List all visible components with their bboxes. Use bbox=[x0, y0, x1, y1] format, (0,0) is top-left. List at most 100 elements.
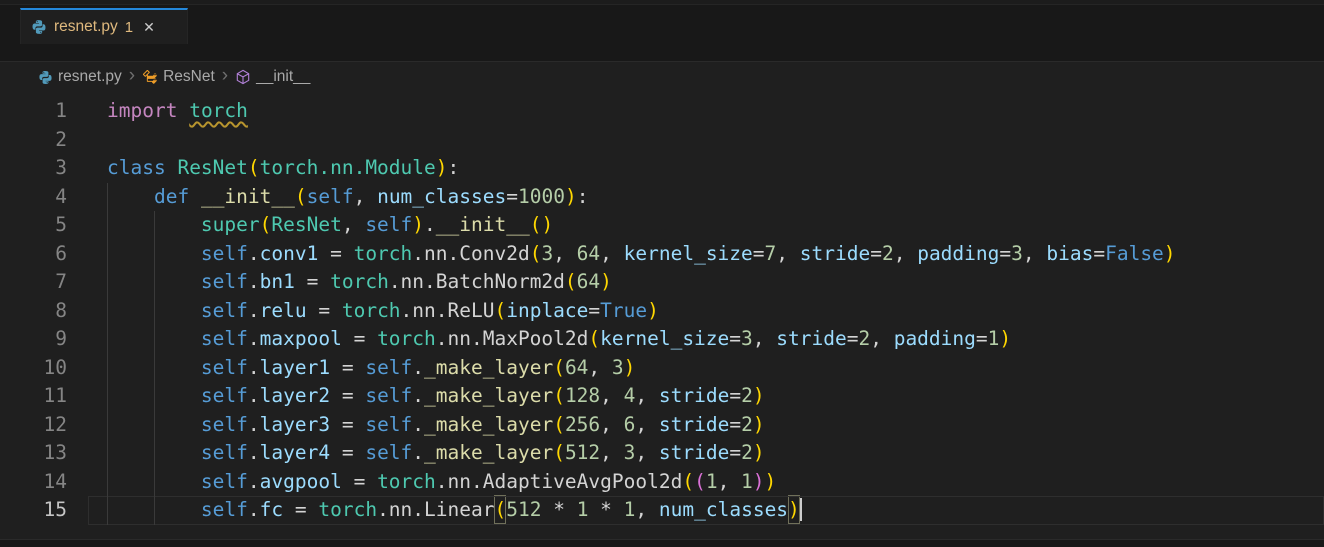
code-line[interactable]: 9 self.maxpool = torch.nn.MaxPool2d(kern… bbox=[0, 325, 1324, 354]
code-line-content[interactable]: super(ResNet, self).__init__() bbox=[88, 211, 1324, 240]
code-editor[interactable]: 1import torch23class ResNet(torch.nn.Mod… bbox=[0, 92, 1324, 539]
code-token: stride bbox=[659, 384, 729, 407]
code-token: super bbox=[201, 213, 260, 236]
code-token: torch bbox=[377, 327, 436, 350]
code-line-content[interactable]: self.relu = torch.nn.ReLU(inplace=True) bbox=[88, 297, 1324, 326]
code-token: maxpool bbox=[260, 327, 342, 350]
code-line[interactable]: 5 super(ResNet, self).__init__() bbox=[0, 211, 1324, 240]
code-token: ) bbox=[753, 413, 765, 436]
code-line-content[interactable]: self.layer1 = self._make_layer(64, 3) bbox=[88, 354, 1324, 383]
code-line[interactable]: 11 self.layer2 = self._make_layer(128, 4… bbox=[0, 382, 1324, 411]
indent-guide-icon bbox=[107, 240, 108, 269]
tab-badge: 1 bbox=[125, 19, 133, 36]
code-line[interactable]: 1import torch bbox=[0, 97, 1324, 126]
code-token: 3 bbox=[1011, 242, 1023, 265]
code-line-content[interactable]: self.maxpool = torch.nn.MaxPool2d(kernel… bbox=[88, 325, 1324, 354]
code-line-content[interactable]: self.conv1 = torch.nn.Conv2d(3, 64, kern… bbox=[88, 240, 1324, 269]
code-token: : bbox=[448, 156, 460, 179]
code-line[interactable]: 12 self.layer3 = self._make_layer(256, 6… bbox=[0, 411, 1324, 440]
vscode-editor-window: resnet.py 1 ✕ resnet.py › ResNet › bbox=[0, 0, 1324, 547]
code-token: 3 bbox=[541, 242, 553, 265]
code-line[interactable]: 10 self.layer1 = self._make_layer(64, 3) bbox=[0, 354, 1324, 383]
code-line-content[interactable]: self.layer4 = self._make_layer(512, 3, s… bbox=[88, 439, 1324, 468]
code-token: _make_layer bbox=[424, 356, 553, 379]
code-token: fc bbox=[260, 498, 283, 521]
code-token: __init__ bbox=[201, 185, 295, 208]
code-line-content[interactable]: class ResNet(torch.nn.Module): bbox=[88, 154, 1324, 183]
indent-guide-icon bbox=[107, 411, 108, 440]
code-token: 2 bbox=[741, 441, 753, 464]
line-number: 15 bbox=[0, 496, 88, 525]
code-token: ) bbox=[753, 470, 765, 493]
code-token: 2 bbox=[858, 327, 870, 350]
code-line-content[interactable]: self.bn1 = torch.nn.BatchNorm2d(64) bbox=[88, 268, 1324, 297]
code-lines: 1import torch23class ResNet(torch.nn.Mod… bbox=[0, 97, 1324, 525]
breadcrumb-item-method[interactable]: __init__ bbox=[235, 68, 310, 86]
close-icon[interactable]: ✕ bbox=[143, 20, 155, 34]
indent-guide-icon bbox=[154, 268, 155, 297]
code-token: 128 bbox=[565, 384, 600, 407]
code-token: = bbox=[330, 413, 365, 436]
line-number: 14 bbox=[0, 468, 88, 497]
indent-guide-icon bbox=[154, 297, 155, 326]
code-token: 3 bbox=[612, 356, 624, 379]
code-line-content[interactable]: self.avgpool = torch.nn.AdaptiveAvgPool2… bbox=[88, 468, 1324, 497]
code-line[interactable]: 4 def __init__(self, num_classes=1000): bbox=[0, 183, 1324, 212]
chevron-right-icon: › bbox=[129, 65, 135, 87]
code-token: bn1 bbox=[260, 270, 295, 293]
code-token bbox=[166, 156, 178, 179]
code-line[interactable]: 13 self.layer4 = self._make_layer(512, 3… bbox=[0, 439, 1324, 468]
code-token: _make_layer bbox=[424, 384, 553, 407]
code-line-content[interactable]: self.layer3 = self._make_layer(256, 6, s… bbox=[88, 411, 1324, 440]
code-token: = bbox=[847, 327, 859, 350]
code-token: : bbox=[577, 185, 589, 208]
panel-edge-strip bbox=[0, 539, 1324, 547]
line-number: 4 bbox=[0, 183, 88, 212]
code-token: . bbox=[424, 213, 436, 236]
code-token: import bbox=[107, 99, 177, 122]
tab-bar: resnet.py 1 ✕ bbox=[0, 5, 1324, 62]
code-token: , bbox=[600, 441, 623, 464]
code-token: 1000 bbox=[518, 185, 565, 208]
code-line[interactable]: 15 self.fc = torch.nn.Linear(512 * 1 * 1… bbox=[0, 496, 1324, 525]
code-token: self bbox=[201, 498, 248, 521]
code-token: = bbox=[506, 185, 518, 208]
code-token: , bbox=[753, 327, 776, 350]
code-line-content[interactable]: self.layer2 = self._make_layer(128, 4, s… bbox=[88, 382, 1324, 411]
code-token: , bbox=[600, 413, 623, 436]
code-token: ) bbox=[565, 185, 577, 208]
code-line-content[interactable]: self.fc = torch.nn.Linear(512 * 1 * 1, n… bbox=[88, 496, 1324, 525]
code-token: class bbox=[107, 156, 166, 179]
code-token: ( bbox=[553, 441, 565, 464]
code-token: .nn.Conv2d bbox=[412, 242, 529, 265]
code-token: inplace bbox=[506, 299, 588, 322]
code-token: = bbox=[976, 327, 988, 350]
breadcrumb-item-class[interactable]: ResNet bbox=[142, 68, 215, 86]
code-line[interactable]: 8 self.relu = torch.nn.ReLU(inplace=True… bbox=[0, 297, 1324, 326]
code-token: self bbox=[365, 356, 412, 379]
code-line-content[interactable]: def __init__(self, num_classes=1000): bbox=[88, 183, 1324, 212]
code-line-content[interactable]: import torch bbox=[88, 97, 1324, 126]
code-token: self bbox=[201, 441, 248, 464]
code-line[interactable]: 2 bbox=[0, 126, 1324, 155]
code-token: = bbox=[729, 441, 741, 464]
code-token: stride bbox=[659, 441, 729, 464]
tab-resnet-py[interactable]: resnet.py 1 ✕ bbox=[20, 8, 188, 44]
indent-guide-icon bbox=[154, 496, 155, 525]
code-token: , bbox=[354, 185, 377, 208]
code-token: ( bbox=[553, 356, 565, 379]
code-token: 3 bbox=[624, 441, 636, 464]
code-line[interactable]: 7 self.bn1 = torch.nn.BatchNorm2d(64) bbox=[0, 268, 1324, 297]
code-line-content[interactable] bbox=[88, 126, 1324, 155]
code-token: ) bbox=[600, 270, 612, 293]
code-token: . bbox=[412, 441, 424, 464]
code-line[interactable]: 14 self.avgpool = torch.nn.AdaptiveAvgPo… bbox=[0, 468, 1324, 497]
indent-guide-icon bbox=[107, 297, 108, 326]
code-token: conv1 bbox=[260, 242, 319, 265]
code-token: self bbox=[201, 327, 248, 350]
chevron-right-icon: › bbox=[222, 65, 228, 87]
code-token: 64 bbox=[577, 242, 600, 265]
code-line[interactable]: 3class ResNet(torch.nn.Module): bbox=[0, 154, 1324, 183]
code-line[interactable]: 6 self.conv1 = torch.nn.Conv2d(3, 64, ke… bbox=[0, 240, 1324, 269]
breadcrumb-item-file[interactable]: resnet.py bbox=[38, 68, 122, 86]
